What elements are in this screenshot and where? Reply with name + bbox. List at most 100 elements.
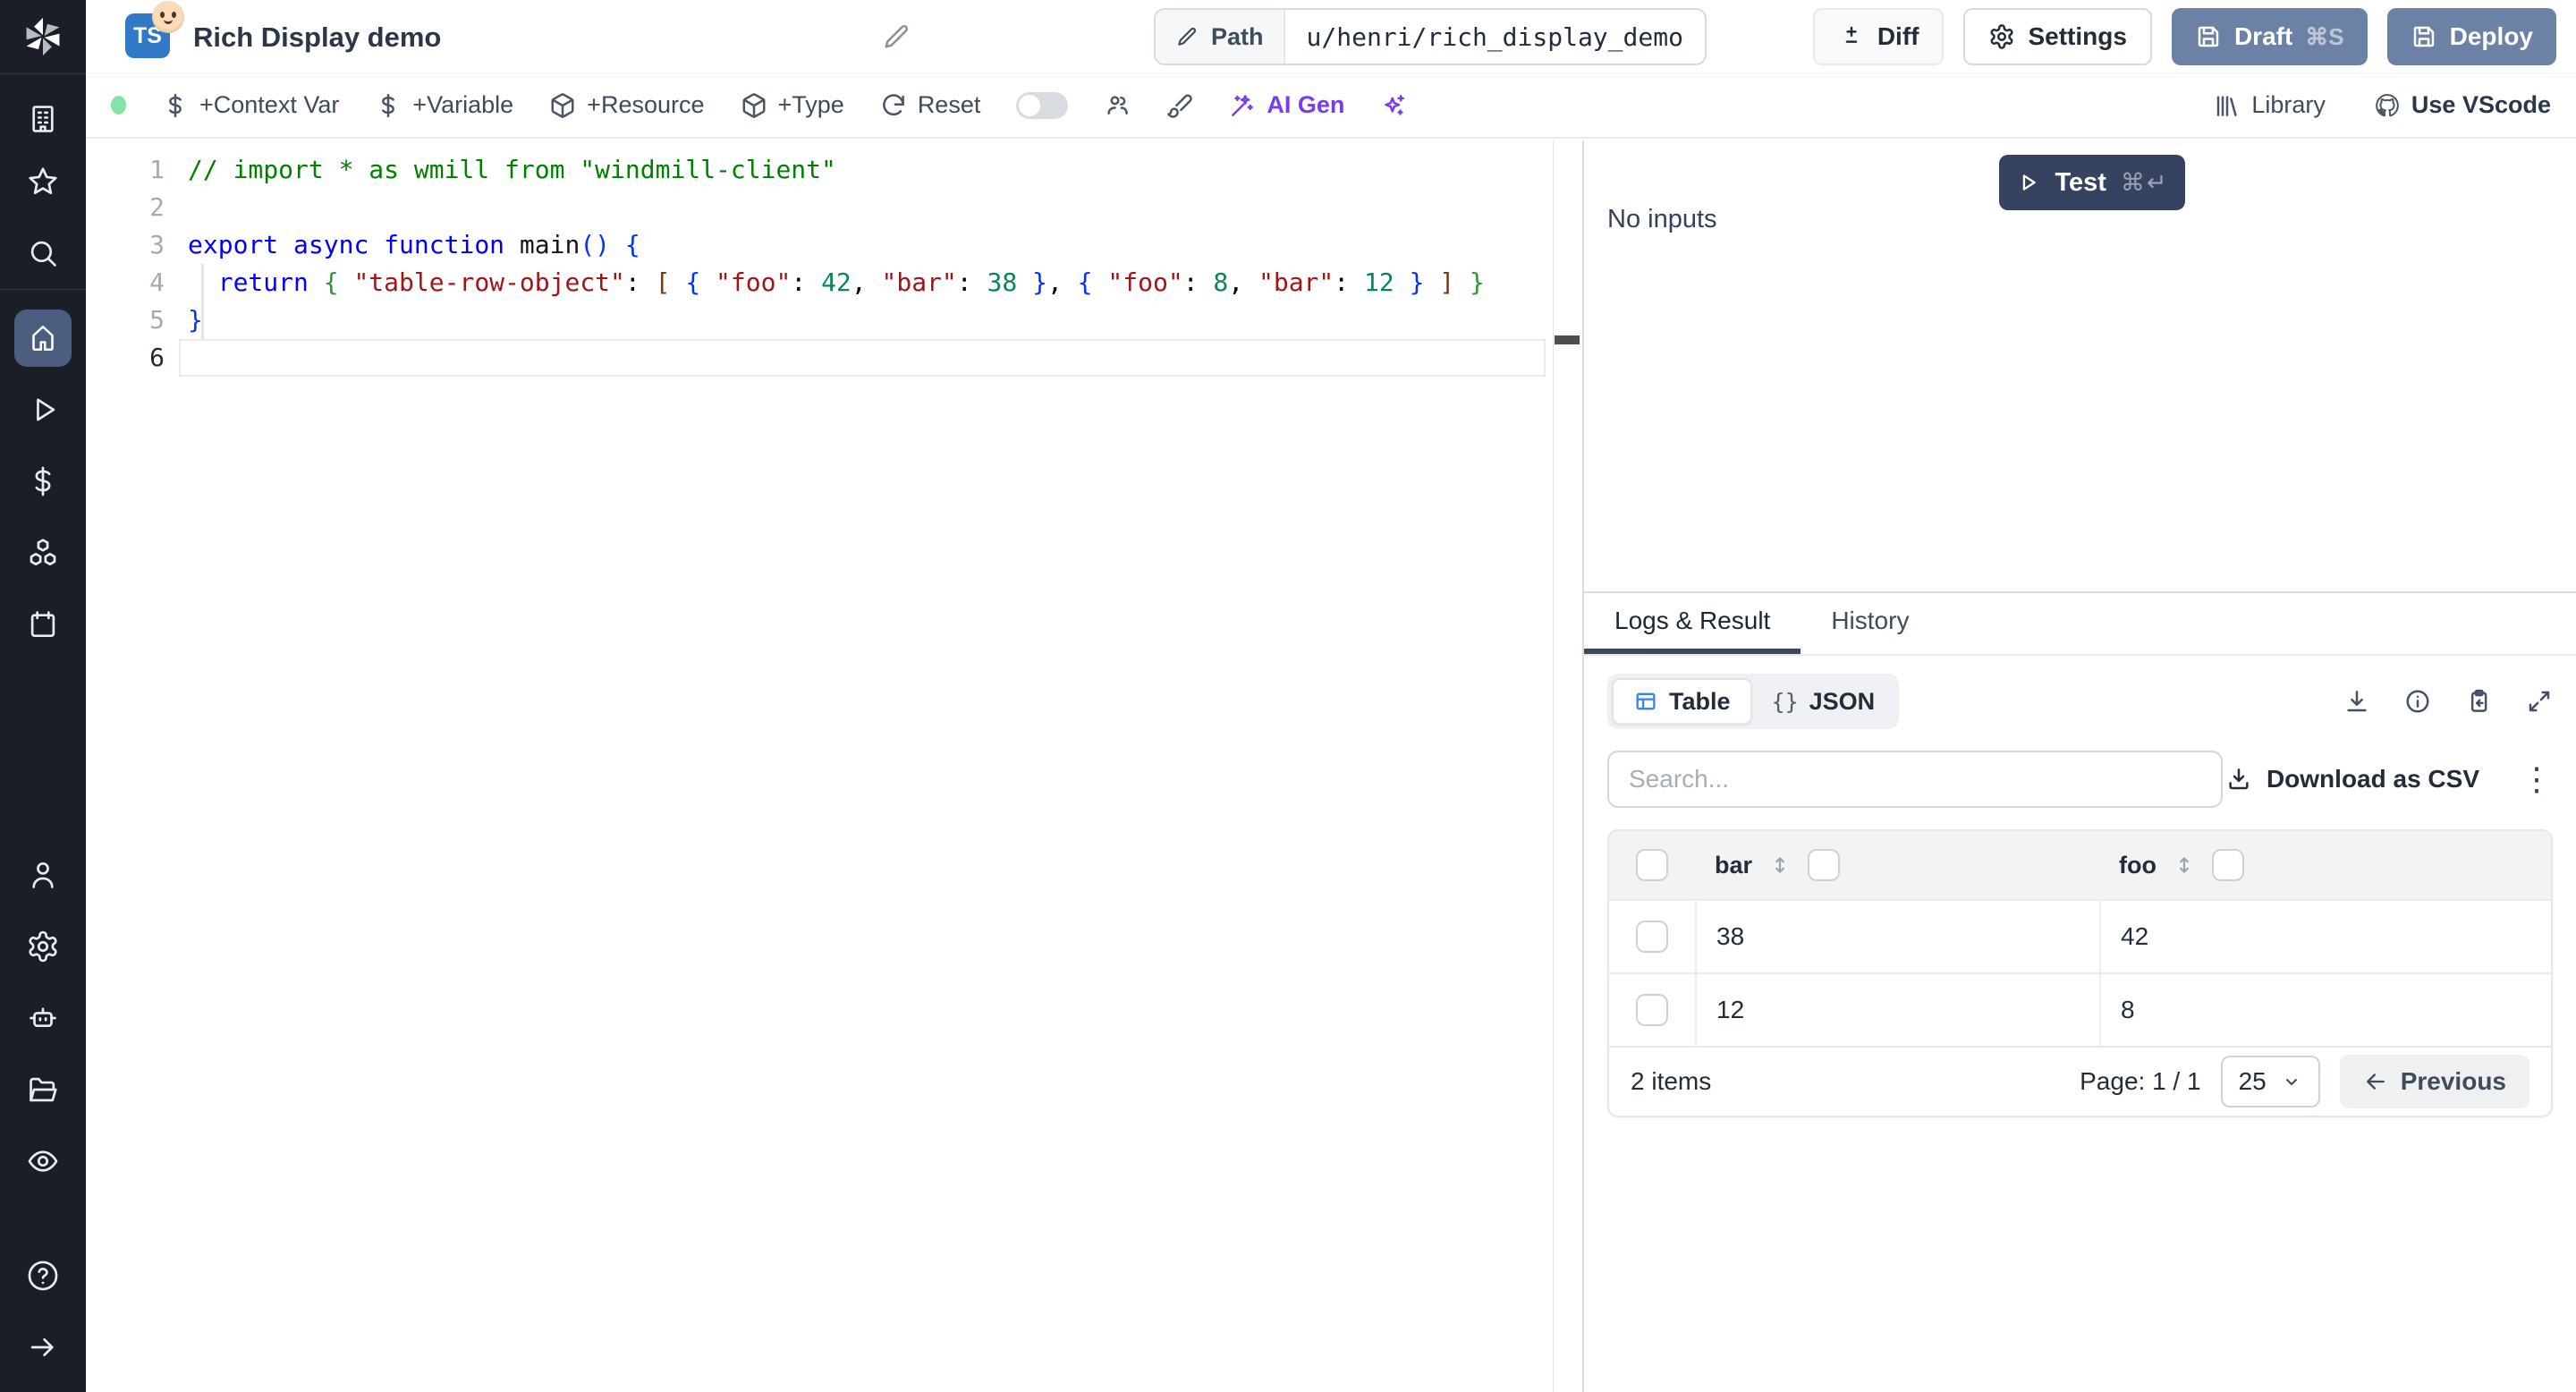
column-header-bar[interactable]: bar [1695,831,2099,899]
download-csv-button[interactable]: Download as CSV [2225,765,2479,794]
code-line[interactable]: } [188,301,1485,339]
code-line[interactable]: return { "table-row-object": [ { "foo": … [188,264,1485,301]
select-all-checkbox[interactable] [1636,849,1668,881]
code-line[interactable] [188,189,1485,226]
multiplayer-button[interactable] [1104,92,1131,119]
tab-history[interactable]: History [1801,593,1939,654]
result-block: Logs & Result History Table {} JSON Sear… [1584,591,2576,1392]
path-value[interactable]: u/henri/rich_display_demo [1285,10,1705,64]
add-resource-button[interactable]: +Resource [549,91,705,119]
sort-icon[interactable] [1768,853,1792,877]
ai-sparkles-button[interactable] [1380,92,1407,119]
view-toggle-json[interactable]: {} JSON [1752,678,1895,725]
settings-button[interactable]: Settings [1963,8,2152,65]
previous-page-button[interactable]: Previous [2339,1055,2529,1108]
tab-logs-result[interactable]: Logs & Result [1584,593,1801,654]
code-line[interactable]: // import * as wmill from "windmill-clie… [188,151,1485,189]
add-context-var-button[interactable]: +Context Var [162,91,339,119]
deploy-button[interactable]: Deploy [2386,8,2556,65]
refresh-icon [882,93,904,115]
script-emoji [152,1,184,33]
sidebar-item-favorites[interactable] [0,146,86,217]
sidebar-item-workers[interactable] [0,982,86,1054]
row-checkbox[interactable] [1636,994,1668,1026]
search-icon [30,241,56,267]
edit-summary-button[interactable] [881,21,911,52]
use-vscode-button[interactable]: Use VScode [2374,91,2551,119]
table-header: bar foo [1609,831,2551,899]
line-number: 5 [149,305,165,335]
gear-icon [1990,24,2013,49]
draft-button-label: Draft [2233,22,2293,50]
code-content[interactable]: // import * as wmill from "windmill-clie… [188,151,1485,377]
row-checkbox[interactable] [1636,921,1668,953]
sidebar-item-resources[interactable] [0,517,86,589]
line-number: 3 [149,230,165,259]
sidebar-expand-button[interactable] [0,1311,86,1383]
code-editor[interactable]: 1 2 3 4 5 6 // import * as wmill from "windmi… [86,140,1582,1392]
column-header-foo[interactable]: foo [2099,831,2551,899]
clipboard-copy-icon[interactable] [2465,688,2492,715]
run-result-panel: Test ⌘↵ No inputs Logs & Result History … [1584,140,2576,1392]
add-type-button[interactable]: +Type [741,91,844,119]
sidebar-item-variables[interactable] [0,446,86,517]
active-item-highlight [14,310,72,367]
reset-button[interactable]: Reset [880,91,981,119]
wand-icon [1232,94,1254,116]
sidebar-item-users[interactable] [0,839,86,911]
format-button[interactable] [1166,92,1193,119]
arrow-left-icon [2366,1074,2385,1090]
test-button-label: Test [2055,167,2106,197]
page-size-select[interactable]: 25 [2220,1056,2320,1108]
draft-button[interactable]: Draft ⌘S [2171,8,2368,65]
sidebar-item-help[interactable] [0,1240,86,1311]
gear-icon [29,930,57,963]
ai-gen-label: AI Gen [1267,91,1345,118]
assistant-toggle[interactable] [1016,91,1069,119]
sparkles-icon [1385,94,1405,115]
column-label: bar [1715,851,1753,878]
path-label: Path [1211,22,1264,50]
column-filter-checkbox[interactable] [1808,849,1841,881]
kebab-menu[interactable]: ⋮ [2521,763,2553,795]
code-line[interactable]: export async function main() { [188,226,1485,264]
path-chip[interactable]: Path u/henri/rich_display_demo [1154,8,1707,65]
path-label-segment[interactable]: Path [1156,10,1285,64]
sidebar-item-home[interactable] [0,302,86,374]
diff-icon [1845,26,1858,43]
sidebar-item-folders[interactable] [0,1054,86,1125]
calendar-icon [30,611,55,638]
sidebar-item-workspace[interactable] [0,74,86,146]
top-bar: TS Rich Display demo Path u/henri/rich_d… [86,0,2576,73]
search-input[interactable] [1607,751,2223,808]
reset-label: Reset [917,91,981,118]
maximize-icon[interactable] [2526,688,2553,715]
code-line[interactable] [188,339,1485,377]
sidebar-item-audit-logs[interactable] [0,1125,86,1197]
windmill-logo[interactable] [0,0,86,73]
sidebar [0,0,86,1392]
add-context-var-label: +Context Var [199,91,340,118]
diff-button[interactable]: Diff [1812,8,1945,65]
sort-icon[interactable] [2173,853,2196,877]
sidebar-item-schedules[interactable] [0,589,86,660]
sidebar-item-settings[interactable] [0,911,86,982]
info-icon[interactable] [2404,688,2431,715]
column-filter-checkbox[interactable] [2211,849,2244,881]
view-toggle-table[interactable]: Table [1612,678,1752,725]
status-dot [111,96,126,115]
line-number: 1 [149,155,165,184]
test-button[interactable]: Test ⌘↵ [1999,155,2185,210]
line-number: 6 [149,343,165,372]
sidebar-item-search[interactable] [0,217,86,289]
download-icon [2229,768,2249,790]
add-variable-button[interactable]: +Variable [375,91,513,119]
download-icon[interactable] [2343,688,2370,715]
line-number: 4 [149,267,165,297]
deploy-button-label: Deploy [2449,22,2533,50]
ai-gen-button[interactable]: AI Gen [1229,91,1344,119]
overview-ruler-border [1553,140,1554,1392]
library-button[interactable]: Library [2214,91,2326,119]
sidebar-item-runs[interactable] [0,374,86,446]
play-icon [2023,174,2037,191]
